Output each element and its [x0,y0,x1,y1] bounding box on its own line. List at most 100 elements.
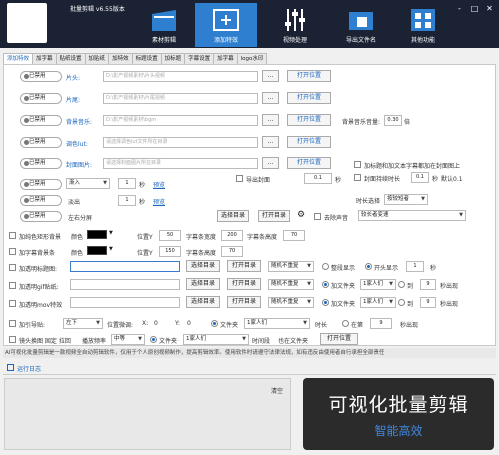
split-open-button[interactable]: 打开目录 [258,210,290,222]
tab-add-special-effects[interactable]: 加特效 [108,53,133,64]
cover-open-button[interactable]: 打开位置 [287,157,331,169]
overlay-mov-radio-folder[interactable] [322,299,329,306]
duration-select[interactable]: 按较短者 ▼ [384,194,428,205]
overlay-gif-checkbox[interactable] [9,282,16,289]
maximize-button[interactable]: □ [468,3,481,15]
overlay-mov-mode-select[interactable]: 随机不重复 ▼ [268,297,314,308]
tail-browse-button[interactable]: ... [262,92,279,104]
overlay-mov-folder-select[interactable]: 1家人们 ▼ [360,297,396,308]
guide-checkbox[interactable] [9,320,16,327]
overlay-title-radio-start[interactable] [365,263,372,270]
overlay-gif-radio-at[interactable] [398,281,405,288]
gear-icon[interactable]: ⚙ [297,210,307,220]
guide-radio-folder[interactable] [211,320,218,327]
guide-x-value[interactable]: 0 [154,320,158,327]
overlay-gif-mode-select[interactable]: 随机不重复 ▼ [268,279,314,290]
bgm-browse-button[interactable]: ... [262,114,279,126]
overlay-gif-input[interactable] [70,279,180,290]
tab-subtitle-settings[interactable]: 字幕设置 [184,53,215,64]
fadein-toggle[interactable]: 已禁用 [20,179,62,190]
fadeout-preview-link[interactable]: 预览 [153,197,165,206]
export-cover-input[interactable]: 0.1 [304,173,332,184]
split-choose-button[interactable]: 选择目录 [217,210,249,222]
overlay-mov-choose-button[interactable]: 选择目录 [186,296,220,308]
overlay-mov-open-button[interactable]: 打开目录 [227,296,261,308]
fadeout-toggle[interactable]: 已禁用 [20,195,62,206]
mirror-radio-folder[interactable] [150,336,157,343]
overlay-title-choose-button[interactable]: 选择目录 [186,260,220,272]
fadeout-duration-input[interactable]: 1 [118,195,136,206]
overlay-mov-seconds-input[interactable]: 9 [420,297,436,308]
fadein-duration-input[interactable]: 1 [118,178,136,189]
bgm-open-button[interactable]: 打开位置 [287,114,331,126]
overlay-title-input[interactable] [70,261,180,272]
cover-toggle[interactable]: 已禁用 [20,158,62,169]
guide-y-value[interactable]: 0 [187,320,191,327]
overlay-gif-choose-button[interactable]: 选择目录 [186,278,220,290]
overlay-title-checkbox[interactable] [9,264,16,271]
bgm-volume-input[interactable]: 0.30 [384,115,402,126]
tab-add-title[interactable]: 加标题 [160,53,186,64]
mute-checkbox[interactable] [314,213,321,220]
subtitle-bar-color-swatch[interactable] [87,246,107,255]
lut-path-input[interactable]: 请选择调色lut文件所在目录 [103,137,258,148]
bgm-toggle[interactable]: 已禁用 [20,115,62,126]
tab-add-caption[interactable]: 加字幕 [213,53,238,64]
overlay-mov-checkbox[interactable] [9,300,16,307]
tab-logo-watermark[interactable]: logo水印 [236,53,268,64]
cover-duration-checkbox[interactable] [354,174,361,181]
head-path-input[interactable]: D:\影产视频素材\片头视频 [103,71,258,82]
tab-sticker-settings[interactable]: 贴纸设置 [55,53,86,64]
nav-add-effects[interactable]: 添加特效 [195,3,257,47]
guide-seconds-input[interactable]: 9 [370,318,392,329]
subtitle-bg-height-input[interactable]: 70 [283,230,305,241]
nav-other-functions[interactable]: 其他功能 [392,3,454,47]
subtitle-bg-checkbox[interactable] [9,232,16,239]
subtitle-bg-color-swatch[interactable] [87,230,107,239]
cover-title-checkbox[interactable] [354,161,361,168]
guide-folder-select[interactable]: 1家人们 ▼ [244,318,310,329]
tail-toggle[interactable]: 已禁用 [20,93,62,104]
tab-title-settings[interactable]: 标题设置 [131,53,162,64]
subtitle-bar-pos-input[interactable]: 150 [159,246,181,257]
clear-log-button[interactable]: 清空 [271,386,283,395]
tab-add-effects[interactable]: 添加特效 [3,53,34,64]
nav-material-edit[interactable]: 素材剪辑 [133,3,195,47]
overlay-gif-seconds-input[interactable]: 9 [420,279,436,290]
tab-add-sticker[interactable]: 加贴纸 [84,53,110,64]
split-mode-select[interactable]: 较长者变速 ▼ [358,210,466,221]
head-browse-button[interactable]: ... [262,70,279,82]
chevron-down-icon[interactable]: ▼ [109,246,113,252]
bgm-path-input[interactable]: D:\影产视频素材\bgm [103,115,258,126]
subtitle-bar-checkbox[interactable] [9,248,16,255]
tab-add-subtitle[interactable]: 加字幕 [32,53,57,64]
nav-export-filename[interactable]: 导出文件名 [330,3,392,47]
chevron-down-icon[interactable]: ▼ [109,230,113,236]
mirror-checkbox[interactable] [9,336,16,343]
mirror-open-button[interactable]: 打开位置 [320,333,358,345]
guide-radio-at[interactable] [342,320,349,327]
split-toggle[interactable]: 已禁用 [20,211,62,222]
subtitle-bg-pos-input[interactable]: 50 [159,230,181,241]
overlay-title-mode-select[interactable]: 随机不重复 ▼ [268,261,314,272]
guide-position-select[interactable]: 左下 ▼ [63,318,103,329]
overlay-title-open-button[interactable]: 打开目录 [227,260,261,272]
export-cover-checkbox[interactable] [236,175,243,182]
fadein-select[interactable]: 渐入 ▼ [66,178,110,189]
close-button[interactable]: ✕ [483,3,496,15]
overlay-mov-radio-at[interactable] [398,299,405,306]
nav-video-process[interactable]: 视频处理 [264,3,326,47]
head-toggle[interactable]: 已禁用 [20,71,62,82]
fadein-preview-link[interactable]: 预览 [153,180,165,189]
overlay-gif-radio-folder[interactable] [322,281,329,288]
tail-path-input[interactable]: D:\影产视频素材\片尾视频 [103,93,258,104]
mirror-folder-select[interactable]: 1家人们 ▼ [183,334,249,345]
lut-toggle[interactable]: 已禁用 [20,137,62,148]
overlay-title-radio-whole[interactable] [322,263,329,270]
lut-browse-button[interactable]: ... [262,136,279,148]
cover-browse-button[interactable]: ... [262,157,279,169]
mirror-mode-select[interactable]: 中等 ▼ [111,334,145,345]
cover-duration-input[interactable]: 0.1 [411,172,429,183]
head-open-button[interactable]: 打开位置 [287,70,331,82]
overlay-gif-folder-select[interactable]: 1家人们 ▼ [360,279,396,290]
